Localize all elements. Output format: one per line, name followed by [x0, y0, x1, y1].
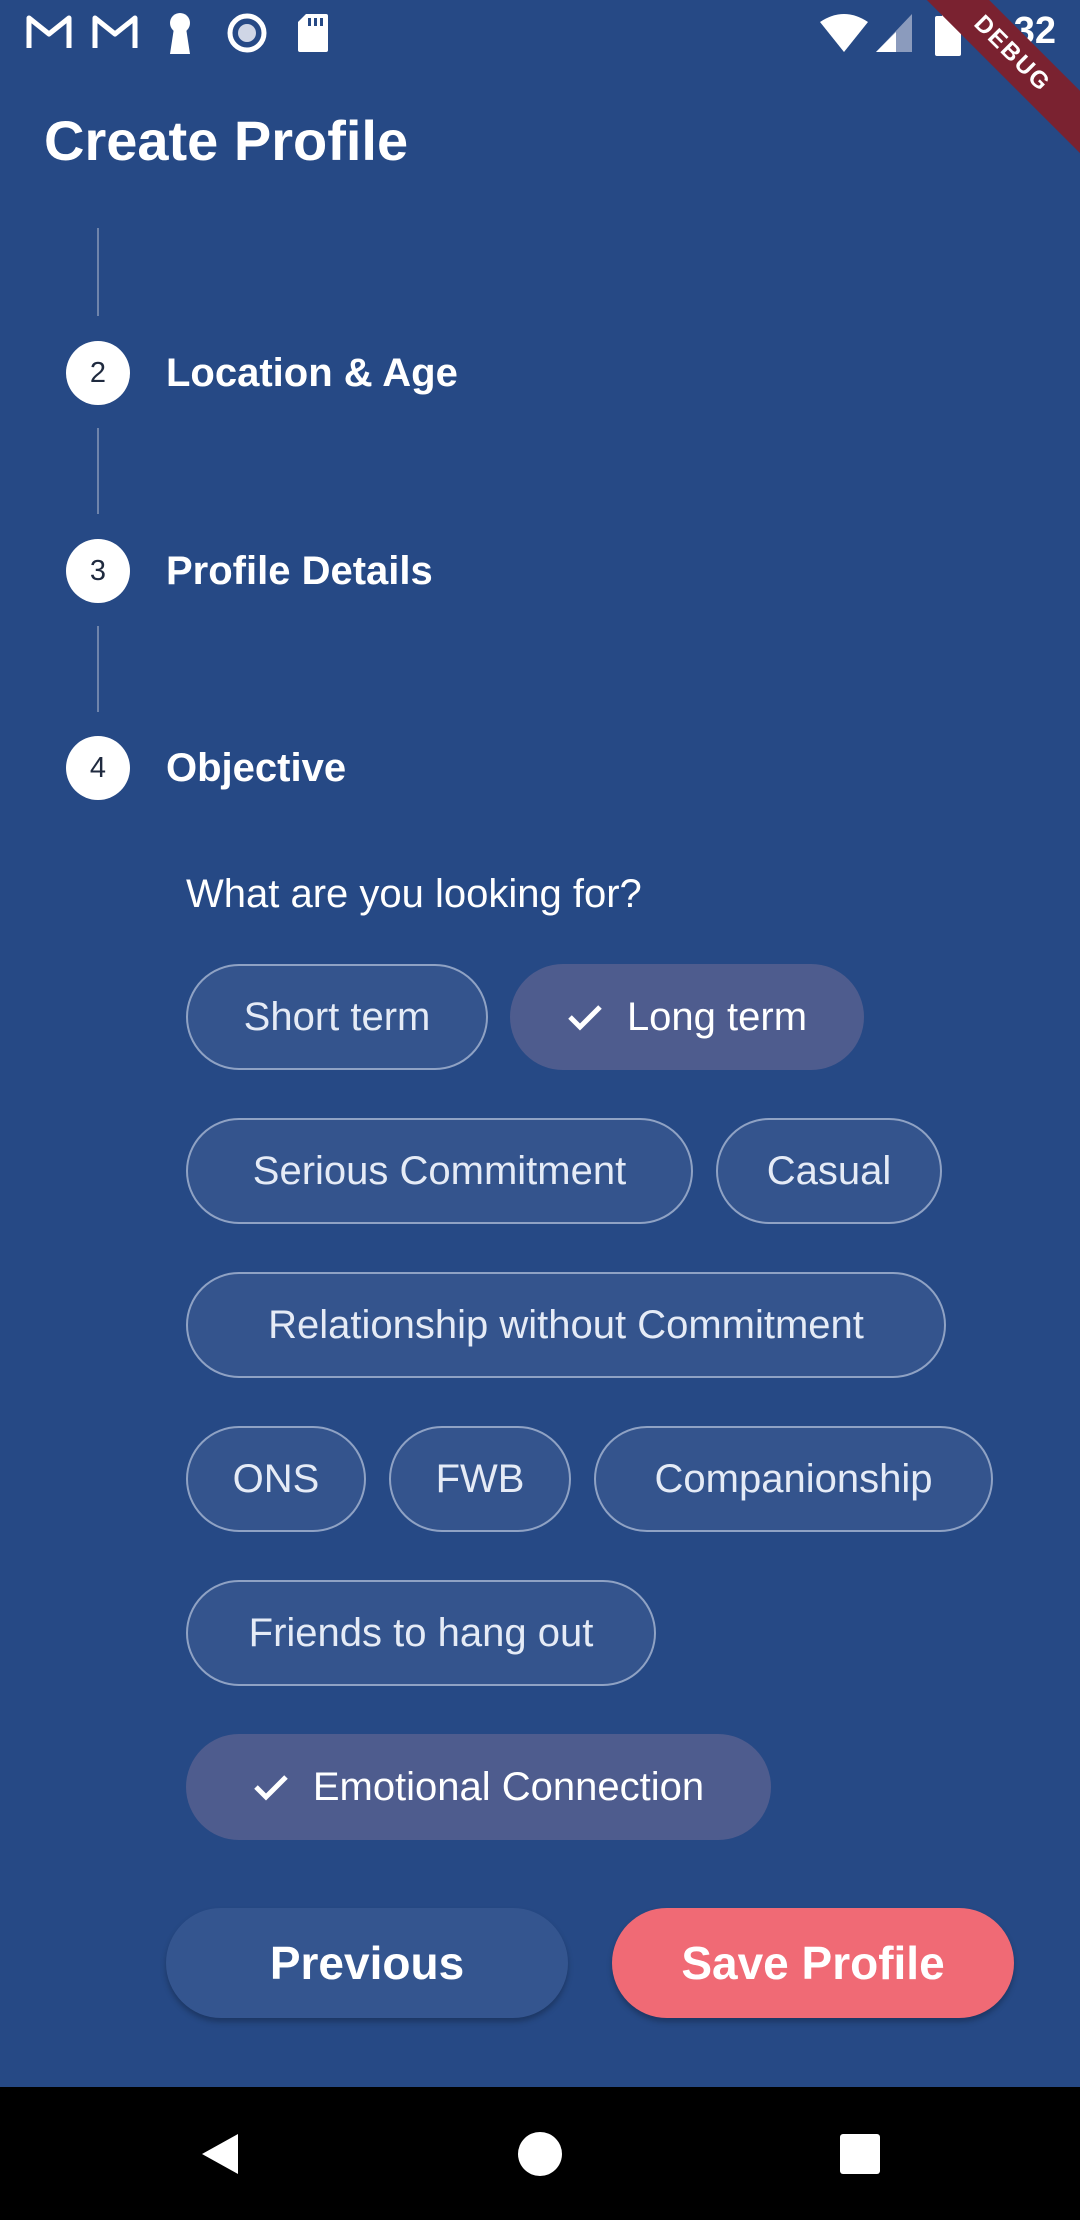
recents-icon[interactable] — [800, 2087, 920, 2220]
previous-button[interactable]: Previous — [166, 1908, 568, 2018]
check-icon — [567, 1003, 603, 1031]
chip-short-term[interactable]: Short term — [186, 964, 488, 1070]
chip-label: Companionship — [654, 1456, 933, 1501]
check-icon — [253, 1773, 289, 1801]
chip-label: Long term — [626, 994, 808, 1039]
step-number-circle: 4 — [66, 736, 130, 800]
objective-question: What are you looking for? — [186, 872, 642, 916]
navigation-bar — [0, 2087, 1080, 2220]
sd-card-icon — [298, 14, 328, 52]
chip-serious-commitment[interactable]: Serious Commitment — [186, 1118, 693, 1224]
gmail-icon — [92, 15, 138, 48]
step-location-age[interactable]: 2 Location & Age — [66, 340, 458, 406]
chip-label: FWB — [435, 1456, 525, 1501]
record-icon — [227, 13, 267, 53]
step-number-circle: 3 — [66, 539, 130, 603]
home-icon[interactable] — [480, 2087, 600, 2220]
chip-ons[interactable]: ONS — [186, 1426, 366, 1532]
chip-companionship[interactable]: Companionship — [594, 1426, 993, 1532]
chip-long-term[interactable]: Long term — [510, 964, 864, 1070]
status-bar: 1:32 DEBUG — [0, 0, 1080, 155]
chip-emotional-connection[interactable]: Emotional Connection — [186, 1734, 771, 1840]
chip-relationship-without-commitment[interactable]: Relationship without Commitment — [186, 1272, 946, 1378]
step-label: Profile Details — [166, 548, 433, 593]
wifi-icon — [820, 14, 868, 52]
step-number-circle: 2 — [66, 341, 130, 405]
back-icon[interactable] — [160, 2087, 280, 2220]
step-label: Objective — [166, 745, 347, 790]
keyhole-icon — [170, 13, 190, 54]
chip-label: Casual — [766, 1148, 892, 1193]
chip-fwb[interactable]: FWB — [389, 1426, 571, 1532]
chip-label: Short term — [243, 994, 431, 1039]
chip-label: Relationship without Commitment — [268, 1302, 864, 1347]
cell-signal-icon — [876, 14, 912, 52]
step-profile-details[interactable]: 3 Profile Details — [66, 538, 433, 604]
chip-friends-to-hang-out[interactable]: Friends to hang out — [186, 1580, 656, 1686]
save-profile-button[interactable]: Save Profile — [612, 1908, 1014, 2018]
stepper-connector — [97, 428, 99, 514]
step-label: Location & Age — [166, 350, 458, 395]
page-title: Create Profile — [44, 109, 409, 172]
chip-casual[interactable]: Casual — [716, 1118, 942, 1224]
stepper-connector — [97, 626, 99, 712]
chip-label: ONS — [232, 1456, 320, 1501]
chip-label: Emotional Connection — [312, 1764, 705, 1809]
chip-label: Friends to hang out — [248, 1610, 594, 1655]
chip-label: Serious Commitment — [252, 1148, 627, 1193]
step-objective[interactable]: 4 Objective — [66, 735, 346, 801]
gmail-icon — [26, 15, 72, 48]
stepper-connector — [97, 228, 99, 316]
